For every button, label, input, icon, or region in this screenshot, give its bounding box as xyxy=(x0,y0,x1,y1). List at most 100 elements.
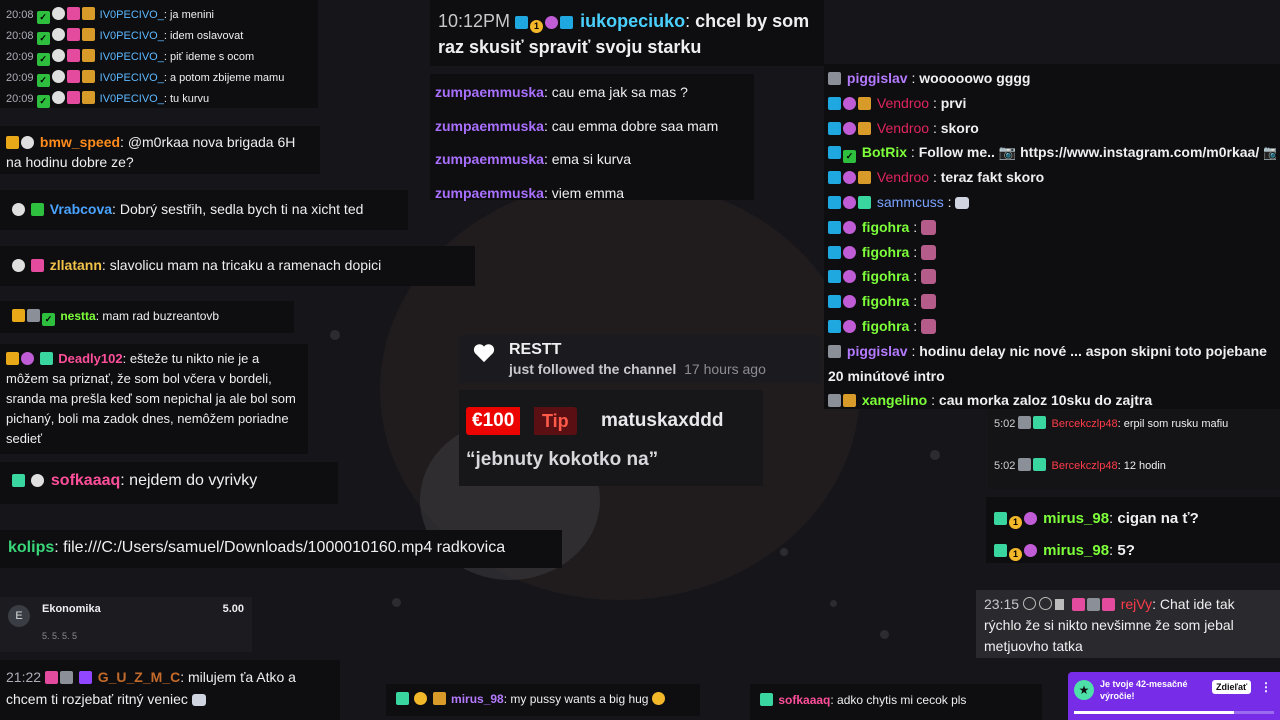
emote-icon xyxy=(921,318,937,334)
username[interactable]: figohra xyxy=(862,318,909,334)
username[interactable]: Bercekczlp48 xyxy=(1052,460,1118,472)
username[interactable]: G_U_Z_M_C xyxy=(98,669,180,685)
timestamp: 20:09 xyxy=(6,72,34,84)
more-options-icon[interactable]: ⋮ xyxy=(1260,680,1272,694)
mirus-chat-panel: 1 mirus_98: cigan na ť? 1 mirus_98: 5? xyxy=(986,497,1280,563)
badge-icon: 1 xyxy=(1009,548,1022,561)
chat-message-bubble: sofkaaaq: adko chytis mi cecok pls xyxy=(750,684,1042,720)
chat-message: 20:09 ✓ IV0PECIVO_: piť ideme s ocom xyxy=(6,49,255,66)
badge-icon xyxy=(81,49,95,62)
ban-icon[interactable] xyxy=(1022,597,1036,610)
username[interactable]: IV0PECIVO_ xyxy=(100,93,164,105)
skull-emote-icon xyxy=(191,694,206,706)
badge-icon xyxy=(760,693,773,706)
timestamp: 5:02 xyxy=(994,460,1016,472)
username[interactable]: sofkaaaq xyxy=(778,693,830,707)
tipper-name: matuskaxddd xyxy=(601,410,724,431)
badge-icon xyxy=(51,91,65,104)
badge-icon xyxy=(843,195,856,209)
follow-time: 17 hours ago xyxy=(684,361,766,377)
username[interactable]: nestta xyxy=(60,309,95,323)
username[interactable]: piggislav xyxy=(847,343,908,359)
username[interactable]: Vrabcova xyxy=(50,201,112,217)
badge-icon xyxy=(843,220,856,234)
badge-icon xyxy=(432,692,446,705)
badge-icon xyxy=(1024,544,1037,557)
chat-message: Vendroo : teraz fakt skoro xyxy=(828,165,1276,190)
gift-icon xyxy=(30,259,44,272)
message-text: cau emma dobre saa mam xyxy=(551,117,719,134)
badge-icon xyxy=(843,121,856,135)
badge-icon xyxy=(858,96,871,110)
badge-icon xyxy=(12,259,25,272)
username[interactable]: zllatann xyxy=(50,257,102,273)
username[interactable]: sofkaaaq xyxy=(51,472,120,489)
message-text: ja menini xyxy=(169,9,215,21)
badge-icon: ✓ xyxy=(36,95,50,108)
username[interactable]: figohra xyxy=(862,268,909,284)
badge-icon xyxy=(1086,598,1100,611)
username[interactable]: sammcuss xyxy=(877,194,944,210)
message-text: mam rad buzreantovb xyxy=(102,309,220,323)
username[interactable]: rejVy xyxy=(1121,596,1152,612)
gift-icon xyxy=(1101,598,1115,611)
badge-icon xyxy=(396,692,409,705)
message-text: Follow me.. 📷 https://www.instagram.com/… xyxy=(918,144,1276,161)
timestamp: 20:09 xyxy=(6,51,34,63)
background-dot xyxy=(830,600,837,607)
trash-icon[interactable] xyxy=(1054,599,1064,610)
smile-emoji-icon xyxy=(651,692,665,705)
ekonomika-card[interactable]: E Ekonomika 5.00 5. 5. 5. 5 xyxy=(0,597,252,652)
badge-icon xyxy=(12,474,25,487)
message-text: Dobrý sestřih, sedla bych ti na xicht te… xyxy=(119,201,364,217)
badge-icon xyxy=(858,195,871,209)
timeout-icon[interactable] xyxy=(1038,597,1052,610)
emote-icon xyxy=(921,219,937,235)
username[interactable]: BotRix xyxy=(862,144,907,160)
badge-icon xyxy=(1018,458,1032,471)
username[interactable]: xangelino xyxy=(862,392,927,408)
crown-icon xyxy=(6,352,19,365)
username[interactable]: IV0PECIVO_ xyxy=(100,72,164,84)
username[interactable]: zumpaemmuska xyxy=(435,185,544,201)
message-text: skoro xyxy=(940,119,979,136)
message-text: idem oslavovat xyxy=(169,30,244,42)
username[interactable]: mirus_98 xyxy=(1043,510,1109,527)
username[interactable]: Vendroo xyxy=(877,169,929,185)
username[interactable]: Vendroo xyxy=(877,95,929,111)
username[interactable]: iukopeciuko xyxy=(580,11,685,31)
chat-message: sammcuss : xyxy=(828,190,1276,215)
emote-icon xyxy=(921,294,937,310)
username[interactable]: IV0PECIVO_ xyxy=(100,30,164,42)
tip-label: Tip xyxy=(534,407,577,435)
username[interactable]: zumpaemmuska xyxy=(435,84,544,100)
username[interactable]: mirus_98 xyxy=(451,692,504,706)
username[interactable]: IV0PECIVO_ xyxy=(100,51,164,63)
username[interactable]: kolips xyxy=(8,539,54,556)
share-button[interactable]: Zdieľať xyxy=(1212,680,1252,694)
chat-message-bubble: Vrabcova: Dobrý sestřih, sedla bych ti n… xyxy=(0,190,408,230)
username[interactable]: piggislav xyxy=(847,70,908,86)
background-dot xyxy=(330,330,340,340)
username[interactable]: bmw_speed xyxy=(40,134,120,150)
badge-icon: 1 xyxy=(530,20,544,33)
heart-icon xyxy=(473,344,495,363)
chat-message: 20:08 ✓ IV0PECIVO_: ja menini xyxy=(6,7,215,24)
username[interactable]: figohra xyxy=(862,244,909,260)
gift-icon xyxy=(66,28,80,41)
username[interactable]: Bercekczlp48 xyxy=(1052,418,1118,430)
username[interactable]: Deadly102 xyxy=(58,351,122,366)
username[interactable]: zumpaemmuska xyxy=(435,118,544,134)
username[interactable]: figohra xyxy=(862,219,909,235)
username[interactable]: IV0PECIVO_ xyxy=(100,9,164,21)
top-left-chat-panel: 20:08 ✓ IV0PECIVO_: ja menini 20:08 ✓ IV… xyxy=(0,0,318,108)
username[interactable]: Vendroo xyxy=(877,120,929,136)
chat-message: Vendroo : prvi xyxy=(828,91,1276,116)
badge-icon xyxy=(1018,416,1032,429)
message-text: piť ideme s ocom xyxy=(169,51,255,63)
username[interactable]: figohra xyxy=(862,293,909,309)
message-text: cau morka zaloz 10sku do zajtra xyxy=(938,392,1153,409)
message-text: ešteže tu nikto nie je a môžem sa prizna… xyxy=(6,351,296,446)
username[interactable]: zumpaemmuska xyxy=(435,151,544,167)
username[interactable]: mirus_98 xyxy=(1043,542,1109,559)
